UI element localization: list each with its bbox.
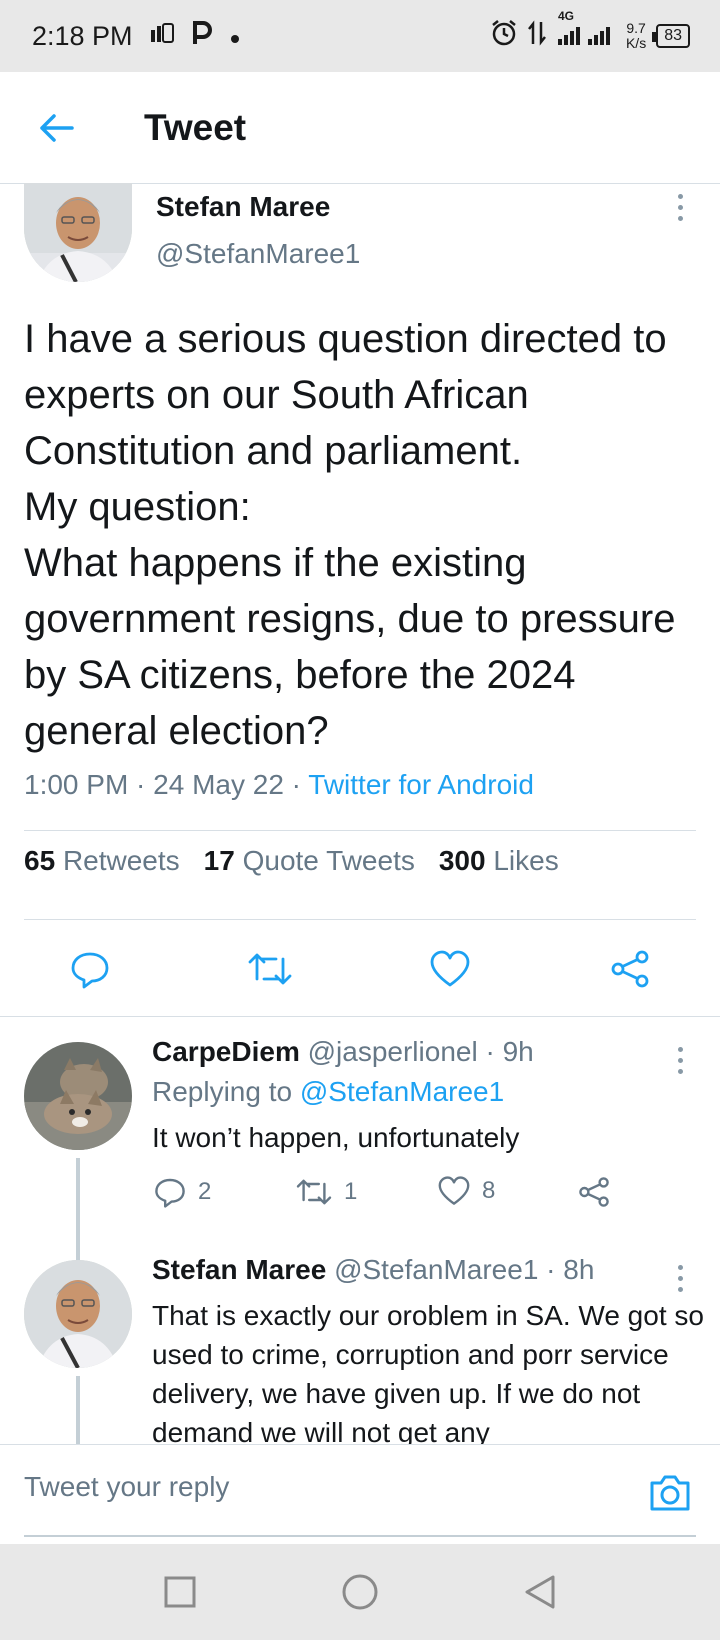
battery-level: 83	[664, 27, 682, 44]
circle-icon	[342, 1574, 378, 1610]
heart-icon	[438, 1176, 470, 1205]
likes-stat[interactable]: 300 Likes	[439, 845, 559, 877]
p-icon	[191, 20, 213, 53]
status-bar: 2:18 PM 4G 9.7 K/s 83	[0, 0, 720, 72]
reply-input[interactable]: Tweet your reply	[24, 1471, 229, 1503]
tweet-meta: 1:00 PM · 24 May 22 · Twitter for Androi…	[24, 769, 534, 801]
tweet-source-link[interactable]: Twitter for Android	[308, 769, 534, 800]
reply-button[interactable]	[66, 945, 114, 993]
retweet-button[interactable]	[246, 945, 294, 993]
replying-to-link[interactable]: @StefanMaree1	[300, 1076, 504, 1107]
more-icon	[677, 1046, 683, 1052]
share-button[interactable]	[606, 945, 654, 993]
avatar[interactable]	[24, 1260, 132, 1368]
reply-handle-time: @StefanMaree1 · 8h	[326, 1254, 595, 1285]
reply-text: That is exactly our oroblem in SA. We go…	[152, 1300, 704, 1444]
arrow-left-icon	[40, 113, 74, 142]
author-name[interactable]: Stefan Maree	[156, 191, 330, 223]
divider	[0, 1016, 720, 1017]
camera-button[interactable]	[648, 1473, 692, 1518]
reply-tweet[interactable]: Stefan Maree @StefanMaree1 · 8h That is …	[0, 1236, 720, 1444]
more-options-button[interactable]	[668, 1258, 692, 1298]
signal-icon: 4G	[556, 9, 616, 47]
divider	[24, 830, 696, 831]
like-button[interactable]: 8	[438, 1176, 495, 1206]
tweet-stats: 65 Retweets 17 Quote Tweets 300 Likes	[24, 845, 559, 877]
sim-icon	[149, 22, 175, 51]
more-icon	[677, 193, 683, 199]
like-button[interactable]	[426, 945, 474, 993]
more-icon	[677, 1264, 683, 1270]
reply-count: 2	[198, 1178, 212, 1205]
net-speed: 9.7 K/s	[625, 20, 647, 51]
avatar[interactable]	[24, 183, 132, 282]
avatar[interactable]	[24, 1042, 132, 1150]
reply-text: It won’t happen, unfortunately	[152, 1122, 520, 1153]
triangle-back-icon	[525, 1575, 555, 1609]
retweets-stat[interactable]: 65 Retweets	[24, 845, 180, 877]
back-nav-button[interactable]	[520, 1572, 560, 1612]
page-title: Tweet	[144, 106, 247, 148]
retweet-count: 1	[344, 1178, 358, 1205]
status-time: 2:18 PM	[32, 20, 133, 51]
reply-header: CarpeDiem @jasperlionel · 9h	[152, 1036, 534, 1068]
share-button[interactable]	[578, 1176, 610, 1208]
square-icon	[164, 1576, 196, 1608]
author-handle[interactable]: @StefanMaree1	[156, 238, 360, 270]
divider	[24, 919, 696, 920]
system-nav-bar	[0, 1544, 720, 1640]
reply-icon	[71, 952, 109, 989]
more-options-button[interactable]	[668, 1040, 692, 1080]
tweet-text: I have a serious question directed to ex…	[24, 317, 676, 753]
tweet-timestamp: 1:00 PM · 24 May 22 ·	[24, 769, 309, 800]
like-count: 8	[482, 1177, 496, 1204]
reply-composer: Tweet your reply	[0, 1444, 720, 1544]
home-button[interactable]	[340, 1572, 380, 1612]
input-underline	[24, 1535, 696, 1537]
reply-header: Stefan Maree @StefanMaree1 · 8h	[152, 1254, 594, 1286]
back-button[interactable]	[0, 72, 112, 184]
thread-line	[76, 1376, 80, 1444]
alarm-icon	[490, 19, 518, 54]
replying-to: Replying to @StefanMaree1	[152, 1076, 505, 1107]
data-arrows-icon	[527, 19, 546, 53]
share-icon	[579, 1177, 609, 1207]
share-icon	[611, 950, 649, 988]
reply-icon	[155, 1178, 185, 1208]
retweet-icon	[296, 1179, 332, 1205]
recents-button[interactable]	[160, 1572, 200, 1612]
retweet-button[interactable]: 1	[296, 1176, 357, 1208]
battery-icon: 83	[652, 24, 690, 48]
top-header: Tweet	[0, 72, 720, 184]
retweet-icon	[248, 953, 292, 985]
dot-icon	[229, 21, 241, 52]
network-type: 4G	[557, 9, 574, 23]
reply-button[interactable]: 2	[154, 1176, 211, 1208]
reply-handle-time: @jasperlionel · 9h	[299, 1036, 534, 1067]
heart-icon	[430, 950, 470, 987]
camera-icon	[650, 1475, 690, 1511]
reply-author-name[interactable]: Stefan Maree	[152, 1254, 326, 1285]
reply-author-name[interactable]: CarpeDiem	[152, 1036, 300, 1067]
quote-tweets-stat[interactable]: 17 Quote Tweets	[204, 845, 415, 877]
reply-actions: 2 1 8	[152, 1176, 622, 1216]
more-options-button[interactable]	[668, 187, 692, 227]
